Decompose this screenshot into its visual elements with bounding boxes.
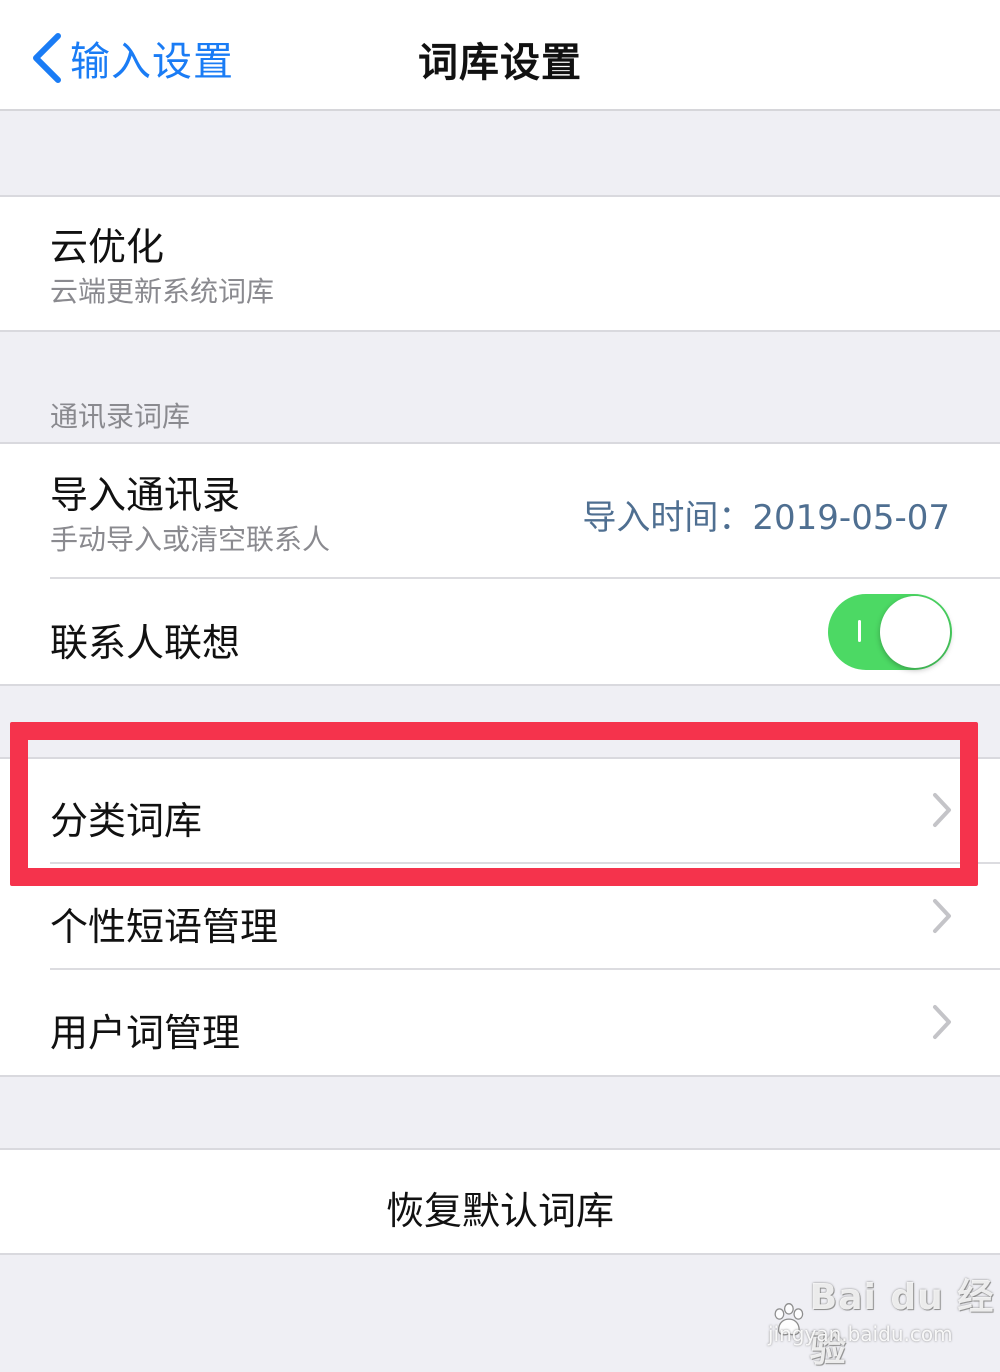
cloud-optimize-subtitle: 云端更新系统词库 (50, 275, 275, 308)
cloud-optimize-title: 云优化 (50, 225, 165, 269)
highlight-box (10, 722, 978, 886)
watermark-logo-text: Bai du 经验 (809, 1277, 995, 1370)
user-words-label: 用户词管理 (50, 1011, 241, 1055)
chevron-right-icon (933, 1005, 951, 1039)
import-contacts-title: 导入通讯录 (50, 473, 241, 517)
reset-dictionary-button[interactable]: 恢复默认词库 (0, 1180, 1000, 1235)
row-divider (50, 577, 1000, 579)
switch-on-mark-icon (858, 620, 861, 642)
page-title: 词库设置 (418, 40, 582, 86)
chevron-right-icon (933, 899, 951, 933)
import-contacts-subtitle: 手动导入或清空联系人 (50, 523, 331, 556)
import-time-value: 导入时间：2019-05-07 (582, 498, 950, 538)
custom-phrase-label: 个性短语管理 (50, 905, 279, 949)
switch-knob (880, 596, 950, 668)
baidu-jingyan-watermark: Bai du 经验 (768, 1268, 1000, 1372)
contact-association-title: 联系人联想 (50, 621, 241, 665)
section-header-contacts: 通讯录词库 (50, 400, 191, 433)
watermark-url: jingyan.baidu.com (768, 1322, 953, 1346)
